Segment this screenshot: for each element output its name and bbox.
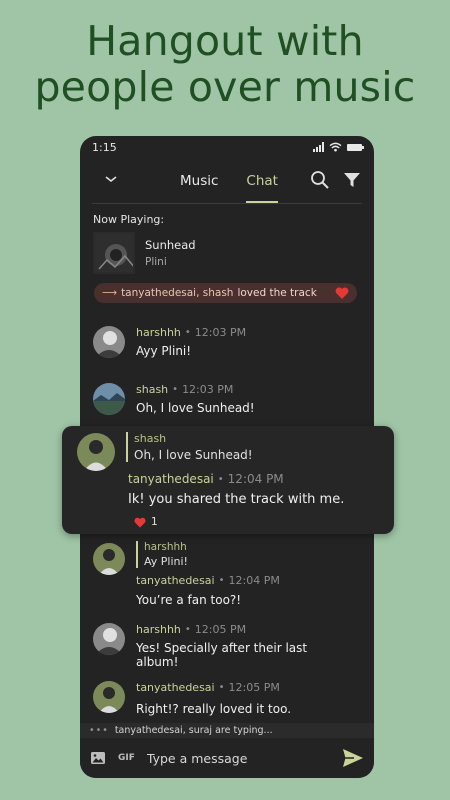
quoted-text: Ay Plini!	[144, 555, 188, 568]
message-time: 12:03 PM	[182, 383, 234, 396]
reaction-count: 1	[151, 516, 158, 528]
meta-separator: •	[218, 682, 225, 693]
now-playing-label: Now Playing:	[93, 213, 165, 226]
message-username[interactable]: tanyathedesai	[128, 472, 214, 486]
message-text: Yes! Specially after their last album!	[136, 641, 353, 669]
message-username[interactable]: shash	[136, 383, 168, 396]
chat-message[interactable]: shash • 12:03 PM Oh, I love Sunhead!	[93, 383, 353, 423]
meta-separator: •	[172, 384, 179, 395]
heart-icon	[134, 517, 146, 528]
chat-message[interactable]: harshhh Ay Plini! tanyathedesai • 12:04 …	[93, 541, 353, 611]
top-bar: Music Chat	[92, 158, 362, 204]
message-username[interactable]: harshhh	[136, 623, 181, 636]
track-artist: Plini	[145, 256, 167, 268]
quoted-message[interactable]: shash Oh, I love Sunhead!	[126, 432, 253, 462]
avatar[interactable]	[93, 623, 125, 655]
meta-separator: •	[184, 624, 191, 635]
arrow-right-icon: ⟶	[102, 287, 118, 299]
chat-message[interactable]: harshhh • 12:05 PM Yes! Specially after …	[93, 623, 353, 673]
album-art-image	[95, 234, 133, 272]
message-username[interactable]: tanyathedesai	[136, 681, 215, 694]
avatar[interactable]	[93, 681, 125, 713]
now-playing-track[interactable]: Sunhead Plini	[93, 232, 374, 274]
quoted-message[interactable]: harshhh Ay Plini!	[136, 541, 353, 568]
status-time: 1:15	[92, 140, 117, 154]
album-art	[93, 232, 135, 274]
tab-chat[interactable]: Chat	[246, 173, 278, 203]
message-time: 12:03 PM	[194, 326, 247, 339]
promo-title-line2: people over music	[34, 63, 416, 111]
avatar[interactable]	[93, 543, 125, 575]
quoted-username: harshhh	[144, 541, 187, 553]
typing-dots-icon: •••	[89, 725, 109, 736]
battery-icon	[347, 143, 364, 151]
message-text-line2: album!	[136, 655, 179, 669]
chevron-down-icon[interactable]	[102, 170, 120, 188]
message-text: Ik! you shared the track with me.	[128, 492, 345, 507]
highlighted-message-card[interactable]: shash Oh, I love Sunhead! tanyathedesai …	[62, 426, 394, 534]
tab-bar: Music Chat	[180, 158, 278, 204]
wifi-icon	[329, 142, 342, 152]
message-text: Right!? really loved it too.	[136, 702, 292, 716]
message-text: Ayy Plini!	[136, 344, 192, 358]
filter-icon[interactable]	[342, 170, 362, 190]
message-username[interactable]: tanyathedesai	[136, 574, 215, 587]
message-time: 12:04 PM	[227, 472, 284, 486]
typing-indicator: ••• tanyathedesai, suraj are typing...	[80, 723, 374, 738]
message-composer: GIF	[80, 738, 374, 778]
gif-button[interactable]: GIF	[118, 753, 135, 763]
message-input[interactable]	[146, 750, 317, 766]
status-bar: 1:15	[80, 136, 374, 158]
loved-track-banner: ⟶ tanyathedesai, shash loved the track	[94, 283, 357, 303]
meta-separator: •	[218, 575, 225, 586]
heart-icon	[335, 287, 349, 299]
message-text: Oh, I love Sunhead!	[136, 401, 255, 415]
message-time: 12:05 PM	[194, 623, 247, 636]
message-username[interactable]: harshhh	[136, 326, 181, 339]
promo-title: Hangout with people over music	[0, 18, 450, 110]
message-time: 12:05 PM	[228, 681, 280, 694]
signal-icon	[313, 142, 324, 152]
tab-music[interactable]: Music	[180, 173, 218, 189]
status-icons	[313, 142, 364, 152]
image-icon[interactable]	[90, 750, 106, 766]
promo-title-line1: Hangout with	[86, 17, 364, 65]
typing-text: tanyathedesai, suraj are typing...	[114, 725, 273, 736]
top-icons	[310, 170, 362, 190]
track-title: Sunhead	[145, 238, 196, 252]
message-time: 12:04 PM	[228, 574, 280, 587]
chat-message[interactable]: tanyathedesai • 12:05 PM Right!? really …	[93, 681, 353, 721]
meta-separator: •	[184, 327, 191, 338]
avatar[interactable]	[93, 326, 125, 358]
loved-banner-text: loved the track	[237, 287, 317, 299]
meta-separator: •	[217, 473, 224, 485]
avatar[interactable]	[93, 383, 125, 415]
quoted-text: Oh, I love Sunhead!	[134, 448, 253, 462]
message-text-line1: Yes! Specially after their last	[136, 641, 308, 655]
loved-banner-users: tanyathedesai, shash	[121, 287, 234, 299]
chat-message[interactable]: harshhh • 12:03 PM Ayy Plini!	[93, 326, 353, 366]
send-icon[interactable]	[342, 748, 364, 768]
search-icon[interactable]	[310, 170, 330, 190]
avatar[interactable]	[77, 433, 115, 471]
reaction-badge[interactable]: 1	[134, 516, 158, 528]
message-text: You’re a fan too?!	[136, 593, 242, 607]
quoted-username: shash	[134, 432, 167, 445]
